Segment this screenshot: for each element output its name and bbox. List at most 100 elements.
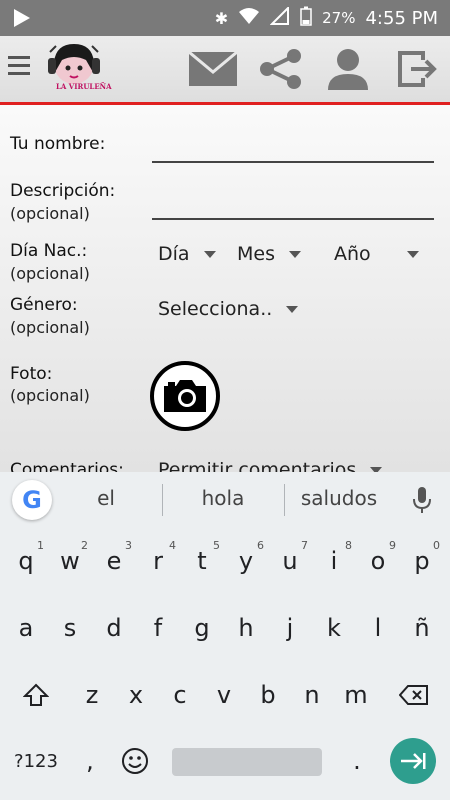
key-label: e (106, 547, 122, 575)
chevron-down-icon (286, 305, 299, 313)
birth-label: Día Nac.: (10, 241, 88, 261)
key-a[interactable]: a (4, 600, 48, 656)
suggestion-divider (284, 484, 285, 516)
comments-value: Permitir comentarios (158, 459, 357, 472)
year-select[interactable]: Año (334, 243, 419, 265)
key-j[interactable]: j (268, 600, 312, 656)
key-u[interactable]: u7 (268, 533, 312, 589)
emoji-key[interactable] (113, 733, 157, 789)
key-s[interactable]: s (48, 600, 92, 656)
key-z[interactable]: z (70, 667, 114, 723)
photo-optional: (opcional) (10, 386, 90, 405)
camera-icon (164, 380, 206, 412)
month-select[interactable]: Mes (237, 243, 301, 265)
key-ñ[interactable]: ñ (400, 600, 444, 656)
key-y[interactable]: y6 (224, 533, 268, 589)
key-t[interactable]: t5 (180, 533, 224, 589)
person-icon (328, 49, 368, 90)
birth-optional: (opcional) (10, 264, 90, 283)
key-f[interactable]: f (136, 600, 180, 656)
suggestion-strip: G el hola saludos (0, 472, 450, 528)
wifi-icon (238, 7, 260, 29)
menu-icon-line (8, 72, 30, 75)
chevron-down-icon (288, 250, 301, 258)
month-value: Mes (237, 243, 275, 265)
logout-icon (398, 51, 437, 87)
description-optional: (opcional) (10, 204, 90, 223)
key-hint: 1 (37, 539, 44, 552)
comments-select[interactable]: Permitir comentarios (158, 459, 383, 472)
key-hint: 7 (301, 539, 308, 552)
name-field[interactable] (152, 161, 434, 163)
google-icon[interactable]: G (12, 480, 52, 520)
key-label: t (197, 547, 207, 575)
shift-icon (23, 683, 49, 706)
no-signal-icon (269, 5, 290, 29)
shift-key[interactable] (14, 667, 58, 723)
clock: 4:55 PM (365, 7, 438, 29)
gender-value: Selecciona.. (158, 298, 273, 320)
key-w[interactable]: w2 (48, 533, 92, 589)
name-label: Tu nombre: (10, 134, 106, 154)
suggestion-hola[interactable]: hola (172, 486, 274, 510)
key-label: p (414, 547, 430, 575)
key-label: r (153, 547, 163, 575)
app-logo[interactable] (40, 40, 108, 100)
description-field[interactable] (152, 218, 434, 220)
suggestion-el[interactable]: el (70, 486, 142, 510)
soft-keyboard: G el hola saludos ?123 , . q1w2e3r4t5y6u… (0, 472, 450, 800)
suggestion-saludos[interactable]: saludos (288, 486, 390, 510)
chevron-down-icon (203, 250, 216, 258)
profile-button[interactable] (323, 46, 373, 92)
key-i[interactable]: i8 (312, 533, 356, 589)
key-e[interactable]: e3 (92, 533, 136, 589)
gender-optional: (opcional) (10, 318, 90, 337)
key-r[interactable]: r4 (136, 533, 180, 589)
key-v[interactable]: v (202, 667, 246, 723)
key-hint: 9 (389, 539, 396, 552)
menu-icon-line (8, 56, 30, 59)
key-o[interactable]: o9 (356, 533, 400, 589)
key-label: w (60, 547, 80, 575)
key-h[interactable]: h (224, 600, 268, 656)
battery-percent: 27% (322, 9, 356, 27)
key-l[interactable]: l (356, 600, 400, 656)
status-icons: ✱ 27% 4:55 PM (215, 0, 438, 36)
enter-arrow-icon (401, 753, 426, 769)
day-select[interactable]: Día (158, 243, 216, 265)
key-d[interactable]: d (92, 600, 136, 656)
key-m[interactable]: m (334, 667, 378, 723)
period-key[interactable]: . (335, 733, 379, 789)
year-value: Año (334, 243, 371, 265)
menu-button[interactable] (8, 56, 30, 80)
key-c[interactable]: c (158, 667, 202, 723)
key-q[interactable]: q1 (4, 533, 48, 589)
key-p[interactable]: p0 (400, 533, 444, 589)
share-button[interactable] (256, 46, 306, 92)
bluetooth-icon: ✱ (214, 8, 229, 28)
backspace-key[interactable] (392, 667, 436, 723)
gender-select[interactable]: Selecciona.. (158, 298, 299, 320)
gender-label: Género: (10, 295, 78, 315)
enter-key[interactable] (390, 738, 436, 784)
photo-label: Foto: (10, 364, 53, 384)
logout-button[interactable] (392, 46, 442, 92)
key-label: o (370, 547, 386, 575)
chevron-down-icon (406, 250, 419, 258)
key-k[interactable]: k (312, 600, 356, 656)
mail-button[interactable] (188, 46, 238, 92)
emoji-icon (122, 748, 148, 774)
comma-key[interactable]: , (68, 733, 112, 789)
profile-form: Tu nombre: Descripción: (opcional) Día N… (0, 105, 450, 472)
photo-button[interactable] (150, 361, 220, 431)
battery-icon (300, 6, 312, 30)
key-b[interactable]: b (246, 667, 290, 723)
key-x[interactable]: x (114, 667, 158, 723)
symbols-key[interactable]: ?123 (12, 733, 60, 789)
logo-text: LA VIRULEÑA (56, 82, 112, 91)
key-n[interactable]: n (290, 667, 334, 723)
microphone-icon[interactable] (412, 486, 432, 514)
day-value: Día (158, 243, 190, 265)
space-key[interactable] (172, 748, 322, 776)
key-g[interactable]: g (180, 600, 224, 656)
